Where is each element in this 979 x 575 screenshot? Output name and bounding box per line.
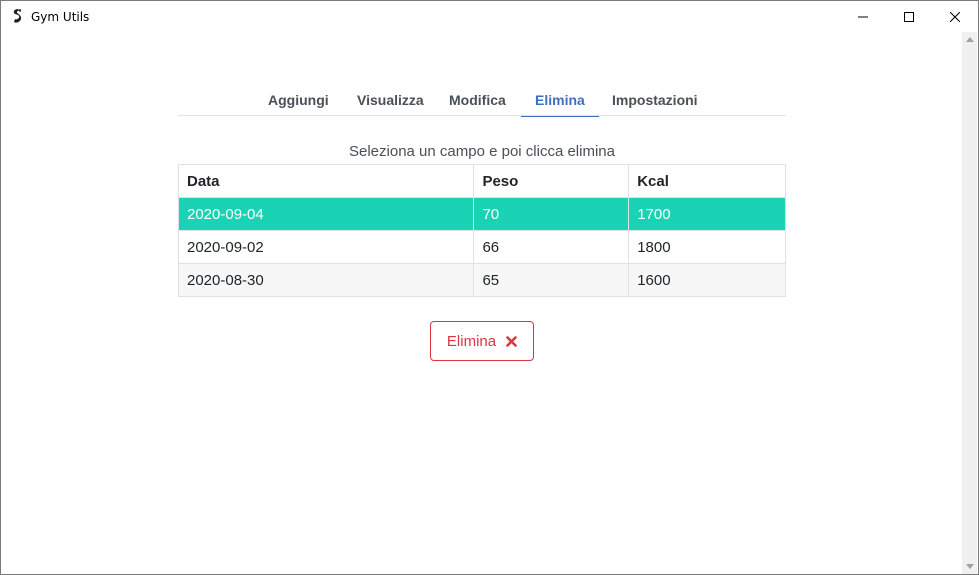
arrow-up-icon bbox=[965, 37, 974, 42]
cell-data: 2020-09-04 bbox=[177, 197, 475, 231]
scroll-down-button[interactable] bbox=[962, 559, 977, 574]
tab-impostazioni[interactable]: Impostazioni bbox=[598, 84, 712, 116]
maximize-icon bbox=[904, 11, 914, 22]
title-bar[interactable]: Gym Utils bbox=[1, 1, 978, 32]
column-header-peso: Peso bbox=[473, 164, 630, 198]
vertical-scrollbar[interactable] bbox=[962, 32, 977, 574]
close-window-icon bbox=[950, 11, 960, 22]
maximize-button[interactable] bbox=[886, 1, 932, 32]
delete-button-label: Elimina bbox=[446, 332, 497, 350]
close-icon bbox=[506, 335, 517, 347]
cell-peso: 66 bbox=[473, 230, 630, 264]
tab-elimina[interactable]: Elimina bbox=[521, 84, 599, 117]
instruction-caption: Seleziona un campo e poi clicca elimina bbox=[349, 143, 615, 160]
column-header-kcal: Kcal bbox=[628, 164, 786, 198]
app-logo-icon bbox=[13, 9, 22, 23]
tab-aggiungi[interactable]: Aggiungi bbox=[254, 84, 343, 116]
table-header-row: Data Peso Kcal bbox=[177, 164, 786, 198]
scroll-up-button[interactable] bbox=[962, 32, 977, 47]
cell-kcal: 1800 bbox=[628, 230, 786, 264]
delete-button[interactable]: Elimina bbox=[430, 321, 534, 361]
records-table: Data Peso Kcal 2020-09-04 70 1700 2020-0… bbox=[177, 164, 786, 297]
cell-kcal: 1600 bbox=[628, 263, 786, 297]
cell-data: 2020-09-02 bbox=[177, 230, 475, 264]
close-window-button[interactable] bbox=[932, 1, 978, 32]
app-window: Gym Utils Aggiungi Visualizza Modifica E… bbox=[0, 0, 979, 575]
table-row[interactable]: 2020-09-02 66 1800 bbox=[177, 230, 786, 264]
cell-kcal: 1700 bbox=[628, 197, 786, 231]
tab-visualizza[interactable]: Visualizza bbox=[343, 84, 438, 116]
cell-peso: 70 bbox=[473, 197, 630, 231]
window-title: Gym Utils bbox=[31, 10, 90, 24]
minimize-icon bbox=[858, 16, 868, 17]
table-row[interactable]: 2020-09-04 70 1700 bbox=[177, 197, 786, 231]
column-header-data: Data bbox=[177, 164, 475, 198]
tab-modifica[interactable]: Modifica bbox=[435, 84, 520, 116]
cell-peso: 65 bbox=[473, 263, 630, 297]
table-row[interactable]: 2020-08-30 65 1600 bbox=[177, 263, 786, 297]
cell-data: 2020-08-30 bbox=[177, 263, 475, 297]
arrow-down-icon bbox=[965, 564, 974, 569]
minimize-button[interactable] bbox=[840, 1, 886, 32]
window-controls bbox=[840, 1, 978, 32]
tab-bar: Aggiungi Visualizza Modifica Elimina Imp… bbox=[178, 84, 786, 117]
